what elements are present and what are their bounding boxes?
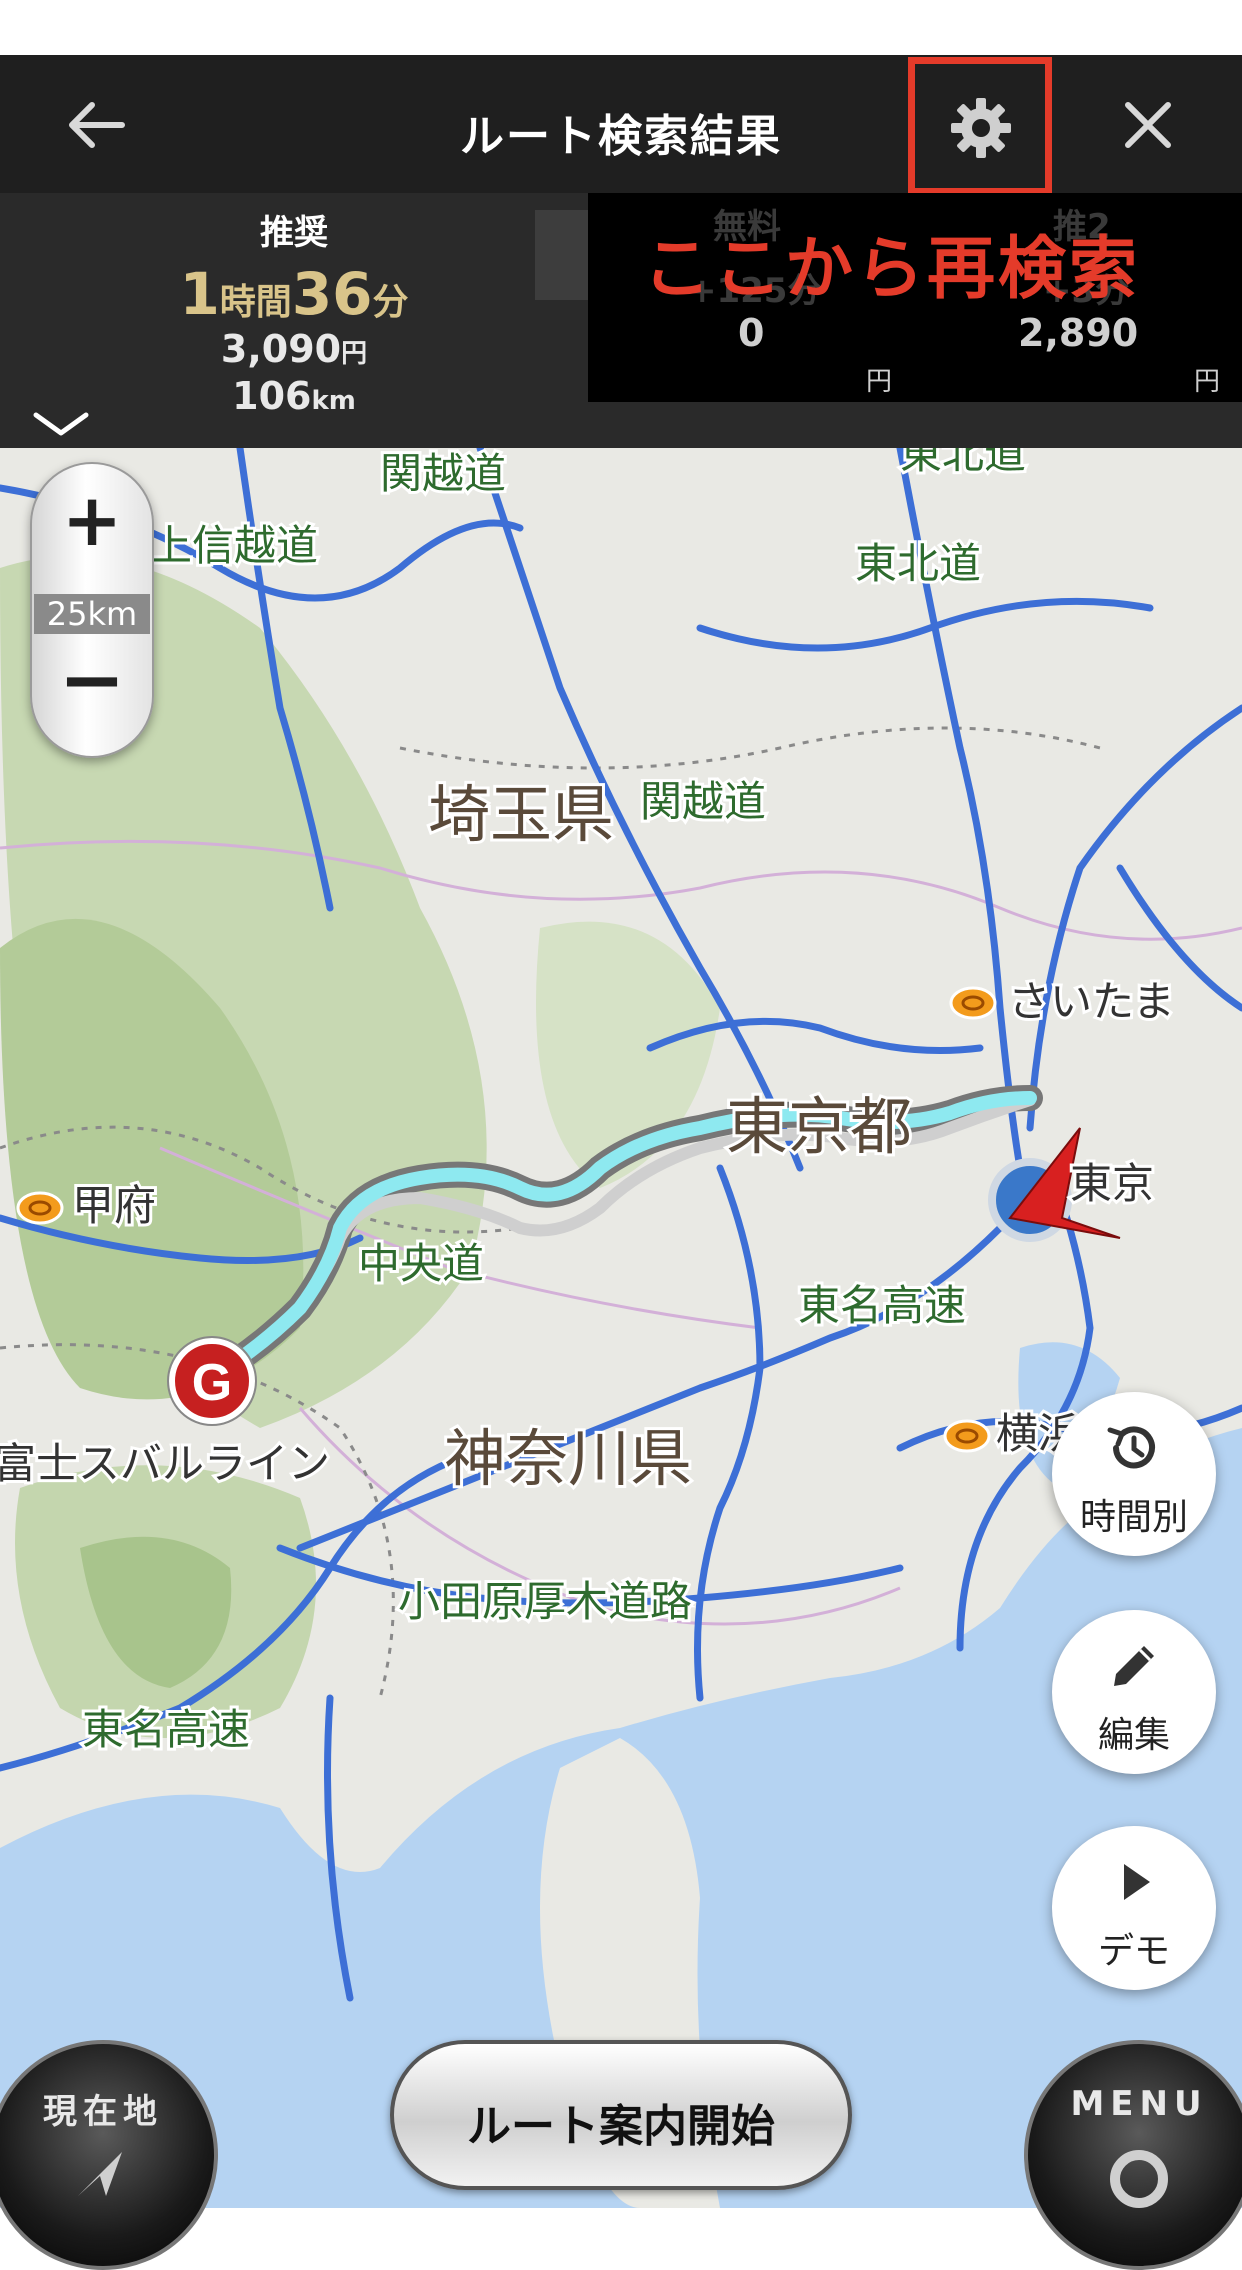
annotation-overlay: 無料 推2 +125分 +3分 ここから再検索 0 2,890 円 円 (588, 193, 1242, 402)
route-card-divider (535, 210, 595, 300)
route-price-unit-free: 円 (866, 367, 893, 397)
by-time-button[interactable]: 時間別 (1052, 1392, 1216, 1556)
route-price-second: 2,890 (1018, 311, 1139, 355)
start-guidance-label: ルート案内開始 (467, 2101, 775, 2152)
zoom-control: + 25km − (30, 462, 154, 758)
header: ルート検索結果 (0, 55, 1242, 195)
route-options: 推奨 1時間36分 3,090円 106km 無料 推2 +125分 +3分 こ… (0, 193, 1242, 448)
current-location-label: 現在地 (43, 2092, 163, 2132)
route-label: 推奨 (260, 213, 328, 253)
map-label: 埼玉県 (428, 778, 614, 851)
zoom-in-button[interactable]: + (32, 484, 152, 556)
map-label: 上信越道 (150, 521, 318, 570)
annotation-text: ここから再検索 (643, 230, 1141, 309)
settings-button[interactable] (908, 57, 1052, 195)
map-label: 東名高速 (798, 1281, 966, 1330)
chevron-down-icon (33, 412, 89, 436)
map-label: 中央道 (358, 1239, 484, 1288)
map-label: 東京 (1070, 1159, 1154, 1208)
map-label: 東名高速 (82, 1705, 250, 1754)
map-label: 神奈川県 (444, 1422, 692, 1495)
demo-button[interactable]: デモ (1052, 1826, 1216, 1990)
goal-marker-icon[interactable]: G (167, 1336, 257, 1426)
start-guidance-button[interactable]: ルート案内開始 (390, 2040, 852, 2190)
zoom-out-button[interactable]: − (32, 640, 152, 720)
close-icon (1125, 102, 1171, 148)
close-button[interactable] (1118, 95, 1178, 155)
history-icon (1107, 1426, 1155, 1469)
gear-icon (951, 98, 1011, 158)
map-label: さいたま (1008, 977, 1175, 1026)
map-label: 小田原厚木道路 (398, 1577, 692, 1626)
menu-button[interactable]: MENU (1024, 2040, 1242, 2270)
by-time-label: 時間別 (1079, 1496, 1188, 1537)
map-label: 東北道 (900, 448, 1026, 478)
play-icon (1124, 1864, 1150, 1900)
route-price: 3,090円 (220, 327, 368, 371)
svg-text:G: G (192, 1354, 232, 1412)
map-scale: 25km (34, 594, 150, 634)
route-price-free: 0 (738, 311, 765, 355)
route-price-unit-second: 円 (1194, 367, 1221, 397)
current-location-button[interactable]: 現在地 (0, 2040, 218, 2270)
edit-label: 編集 (1097, 1714, 1170, 1755)
route-duration: 1時間36分 (179, 260, 409, 328)
map-label: 甲府 (72, 1181, 156, 1230)
status-bar (0, 0, 1242, 55)
collapse-toggle[interactable] (30, 407, 92, 443)
map-label: 東北道 (855, 539, 981, 588)
pencil-icon (1114, 1646, 1154, 1686)
map-label: 関越道 (640, 777, 766, 826)
menu-dial-icon (1110, 2150, 1168, 2208)
page-title: ルート検索結果 (460, 111, 782, 162)
navigation-arrow-icon (78, 2152, 122, 2196)
map-label: 東京都 (726, 1090, 912, 1163)
map-label: 関越道 (380, 449, 506, 498)
edit-button[interactable]: 編集 (1052, 1610, 1216, 1774)
map-label: 富士スバルライン (0, 1439, 330, 1488)
menu-label: MENU (1070, 2084, 1208, 2124)
demo-label: デモ (1097, 1930, 1170, 1971)
route-card-recommended[interactable]: 推奨 1時間36分 3,090円 106km (0, 193, 588, 417)
